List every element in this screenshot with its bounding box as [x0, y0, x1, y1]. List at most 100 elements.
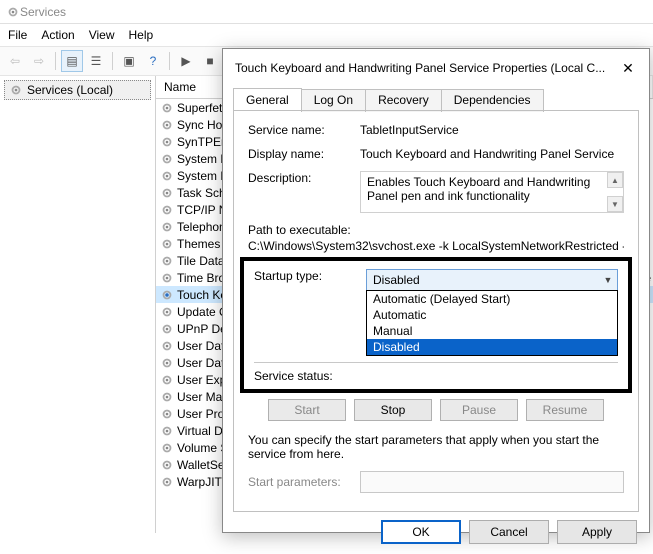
- label-display-name: Display name:: [248, 147, 360, 161]
- tab-recovery[interactable]: Recovery: [365, 89, 442, 112]
- service-icon: [160, 441, 174, 455]
- service-name: Themes: [177, 237, 220, 251]
- resume-button[interactable]: Resume: [526, 399, 604, 421]
- tab-logon[interactable]: Log On: [301, 89, 366, 112]
- service-name: WalletSer: [177, 458, 229, 472]
- menubar: File Action View Help: [0, 24, 653, 46]
- service-icon: [160, 271, 174, 285]
- startup-option[interactable]: Manual: [367, 323, 617, 339]
- tab-strip: General Log On Recovery Dependencies: [233, 87, 639, 110]
- service-icon: [160, 186, 174, 200]
- cancel-button[interactable]: Cancel: [469, 520, 549, 544]
- tree-pane: Services (Local): [0, 76, 156, 533]
- label-service-name: Service name:: [248, 123, 360, 137]
- view-tree-button[interactable]: ▤: [61, 50, 83, 72]
- service-name: Superfetc: [177, 101, 228, 115]
- control-button-row: Start Stop Pause Resume: [248, 399, 624, 421]
- menu-view[interactable]: View: [89, 28, 115, 42]
- nav-back-button[interactable]: ⇦: [4, 50, 26, 72]
- service-icon: [160, 152, 174, 166]
- properties-dialog: Touch Keyboard and Handwriting Panel Ser…: [222, 48, 650, 533]
- value-path: C:\Windows\System32\svchost.exe -k Local…: [248, 239, 624, 253]
- service-icon: [160, 356, 174, 370]
- startup-type-combobox[interactable]: Disabled ▼: [366, 269, 618, 291]
- label-startup: Startup type:: [254, 269, 366, 283]
- ok-button[interactable]: OK: [381, 520, 461, 544]
- service-icon: [160, 305, 174, 319]
- label-start-params: Start parameters:: [248, 475, 360, 489]
- service-name: UPnP De: [177, 322, 227, 336]
- startup-dropdown-list: Automatic (Delayed Start) Automatic Manu…: [366, 290, 618, 356]
- menu-action[interactable]: Action: [41, 28, 74, 42]
- service-icon: [160, 475, 174, 489]
- service-icon: [160, 373, 174, 387]
- start-button[interactable]: Start: [268, 399, 346, 421]
- window-title: Services: [20, 5, 66, 19]
- scroll-down-icon[interactable]: ▼: [607, 196, 623, 212]
- service-icon: [160, 322, 174, 336]
- tree-root-label: Services (Local): [27, 83, 113, 97]
- chevron-down-icon: ▼: [599, 270, 617, 290]
- services-icon: [9, 83, 23, 97]
- menu-file[interactable]: File: [8, 28, 27, 42]
- apply-button[interactable]: Apply: [557, 520, 637, 544]
- value-description: Enables Touch Keyboard and Handwriting P…: [367, 175, 590, 203]
- description-box: Enables Touch Keyboard and Handwriting P…: [360, 171, 624, 213]
- dialog-title: Touch Keyboard and Handwriting Panel Ser…: [235, 61, 617, 75]
- toolbar-separator: [112, 52, 113, 70]
- dialog-button-row: OK Cancel Apply: [223, 512, 649, 554]
- stop-btn-tb[interactable]: ■: [199, 50, 221, 72]
- service-name: Touch Ke: [177, 288, 227, 302]
- start-btn-tb[interactable]: ▶: [175, 50, 197, 72]
- service-name: Volume S: [177, 441, 228, 455]
- separator: [254, 362, 618, 363]
- startup-option[interactable]: Automatic: [367, 307, 617, 323]
- nav-fwd-button[interactable]: ⇨: [28, 50, 50, 72]
- value-service-name: TabletInputService: [360, 123, 624, 137]
- dialog-titlebar[interactable]: Touch Keyboard and Handwriting Panel Ser…: [223, 49, 649, 87]
- export-button[interactable]: ▣: [118, 50, 140, 72]
- start-params-hint: You can specify the start parameters tha…: [248, 433, 624, 461]
- service-name: Tile Data: [177, 254, 225, 268]
- service-icon: [160, 424, 174, 438]
- startup-selected: Disabled: [367, 273, 599, 287]
- service-icon: [160, 237, 174, 251]
- label-service-status: Service status:: [254, 369, 366, 383]
- service-icon: [160, 118, 174, 132]
- scroll-up-icon[interactable]: ▲: [607, 172, 623, 188]
- startup-option-disabled[interactable]: Disabled: [367, 339, 617, 355]
- service-icon: [160, 135, 174, 149]
- tab-dependencies[interactable]: Dependencies: [441, 89, 544, 112]
- start-params-input[interactable]: [360, 471, 624, 493]
- tree-root-services[interactable]: Services (Local): [4, 80, 151, 100]
- service-icon: [160, 203, 174, 217]
- titlebar: Services: [0, 0, 653, 24]
- service-icon: [160, 288, 174, 302]
- service-icon: [160, 101, 174, 115]
- menu-help[interactable]: Help: [129, 28, 154, 42]
- service-name: Sync Hos: [177, 118, 228, 132]
- highlight-box: Startup type: Disabled ▼ Automatic (Dela…: [240, 257, 632, 393]
- value-display-name: Touch Keyboard and Handwriting Panel Ser…: [360, 147, 624, 161]
- service-icon: [160, 254, 174, 268]
- startup-option[interactable]: Automatic (Delayed Start): [367, 291, 617, 307]
- help-button[interactable]: ?: [142, 50, 164, 72]
- label-path: Path to executable:: [248, 223, 624, 237]
- label-description: Description:: [248, 171, 360, 185]
- toolbar-separator: [169, 52, 170, 70]
- service-icon: [160, 407, 174, 421]
- service-name: Update O: [177, 305, 228, 319]
- close-icon[interactable]: ✕: [617, 57, 639, 79]
- tab-general[interactable]: General: [233, 88, 302, 111]
- view-list-button[interactable]: ☰: [85, 50, 107, 72]
- service-icon: [160, 339, 174, 353]
- stop-button[interactable]: Stop: [354, 399, 432, 421]
- service-icon: [160, 169, 174, 183]
- service-icon: [160, 390, 174, 404]
- service-icon: [160, 458, 174, 472]
- toolbar-separator: [55, 52, 56, 70]
- tab-body: Service name: TabletInputService Display…: [233, 110, 639, 512]
- service-icon: [160, 220, 174, 234]
- pause-button[interactable]: Pause: [440, 399, 518, 421]
- services-icon: [6, 5, 20, 19]
